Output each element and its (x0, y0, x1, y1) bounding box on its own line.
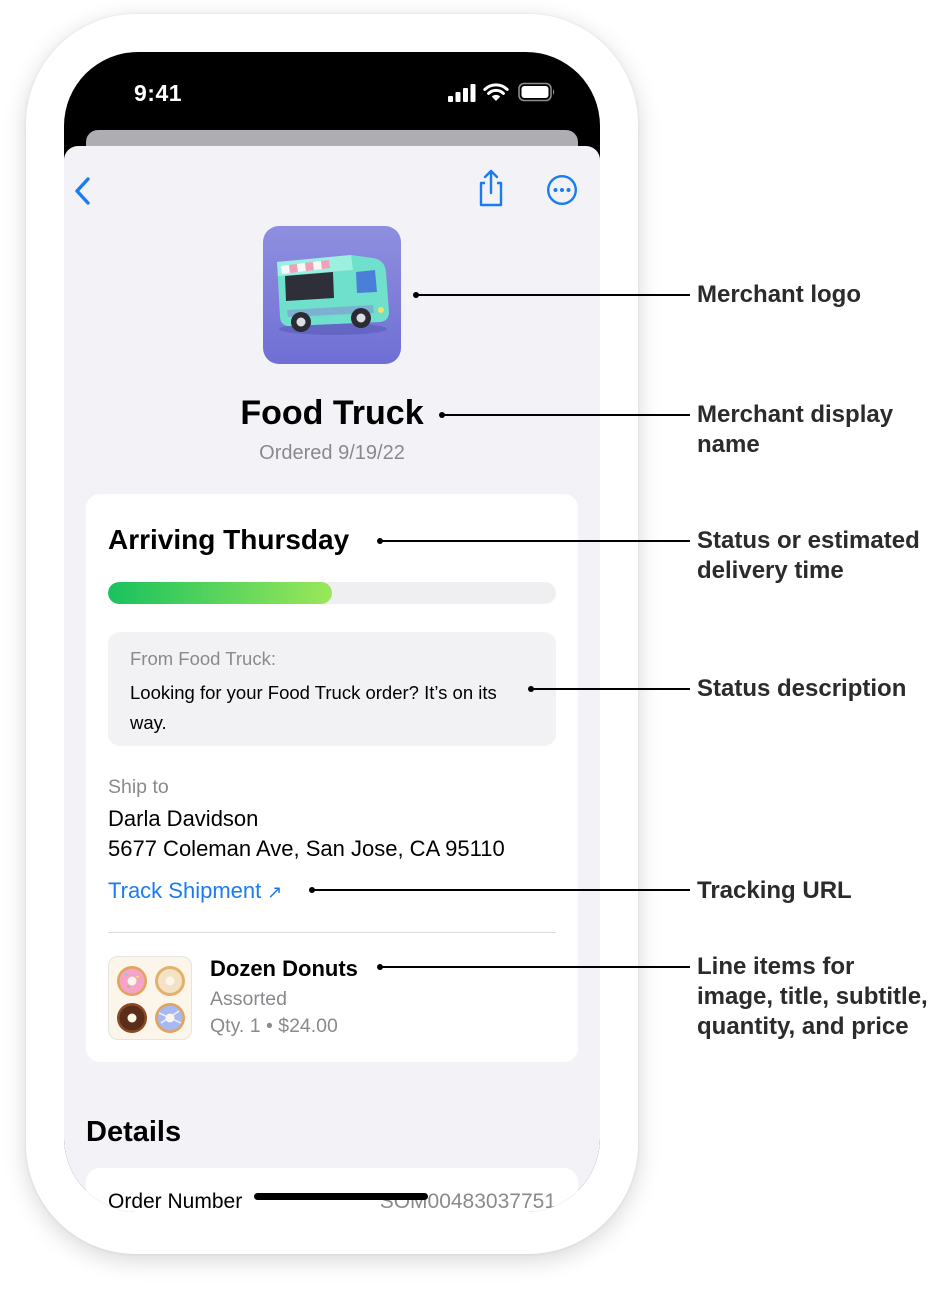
callout-line (312, 889, 690, 891)
food-truck-icon (263, 226, 401, 364)
delivery-status-title: Arriving Thursday (108, 524, 350, 555)
status-bar: 9:41 (64, 52, 600, 142)
callout-line (442, 414, 690, 416)
share-icon[interactable] (474, 168, 508, 208)
phone-screen: 9:41 Food Truck Ordered 9/19/22 Arriving… (64, 52, 600, 1212)
callout-line (416, 294, 690, 296)
delivery-progress-bar (108, 582, 556, 604)
line-item-title: Dozen Donuts (210, 956, 358, 981)
callout-merchant-name: Merchant display name (697, 401, 894, 458)
track-shipment-label: Track Shipment (108, 878, 262, 903)
status-time: 9:41 (134, 80, 183, 106)
status-description-box: From Food Truck: Looking for your Food T… (108, 632, 556, 746)
callout-line (380, 966, 690, 968)
callout-line (380, 540, 690, 542)
delivery-progress-fill (108, 582, 332, 604)
details-card: Order Number SOM00483037751 (86, 1168, 578, 1212)
status-message-sender: From Food Truck: (130, 648, 276, 669)
donuts-icon (117, 966, 185, 1033)
battery-icon (518, 82, 555, 102)
recipient-name: Darla Davidson (108, 806, 259, 831)
divider (108, 932, 556, 933)
callout-line-items: Line items for image, title, subtitle, q… (697, 953, 928, 1040)
callout-status: Status or estimated delivery time (697, 527, 920, 584)
order-status-card: Arriving Thursday From Food Truck: Looki… (86, 494, 578, 1062)
merchant-logo (263, 226, 401, 364)
callout-merchant-logo: Merchant logo (697, 281, 862, 308)
track-shipment-link[interactable]: Track Shipment ↗ (108, 878, 282, 904)
external-link-icon: ↗ (267, 882, 283, 902)
home-indicator (254, 1193, 428, 1200)
order-number-label: Order Number (108, 1190, 243, 1212)
order-details-sheet: Food Truck Ordered 9/19/22 Arriving Thur… (64, 146, 600, 1212)
status-description: Looking for your Food Truck order? It’s … (130, 682, 497, 733)
callout-tracking-url: Tracking URL (697, 877, 852, 904)
details-heading: Details (86, 1116, 182, 1148)
cellular-signal-icon (448, 84, 476, 102)
order-date: Ordered 9/19/22 (259, 442, 405, 464)
line-item-quantity-price: Qty. 1 • $24.00 (210, 1015, 338, 1037)
callout-status-description: Status description (697, 675, 907, 702)
line-item-subtitle: Assorted (210, 988, 287, 1010)
ship-to-label: Ship to (108, 776, 169, 798)
more-options-icon[interactable] (546, 174, 578, 206)
callout-line (531, 688, 690, 690)
shipping-address: 5677 Coleman Ave, San Jose, CA 95110 (108, 836, 505, 861)
chevron-left-icon[interactable] (70, 174, 96, 208)
line-item-image (108, 956, 192, 1040)
wifi-icon (483, 83, 509, 101)
